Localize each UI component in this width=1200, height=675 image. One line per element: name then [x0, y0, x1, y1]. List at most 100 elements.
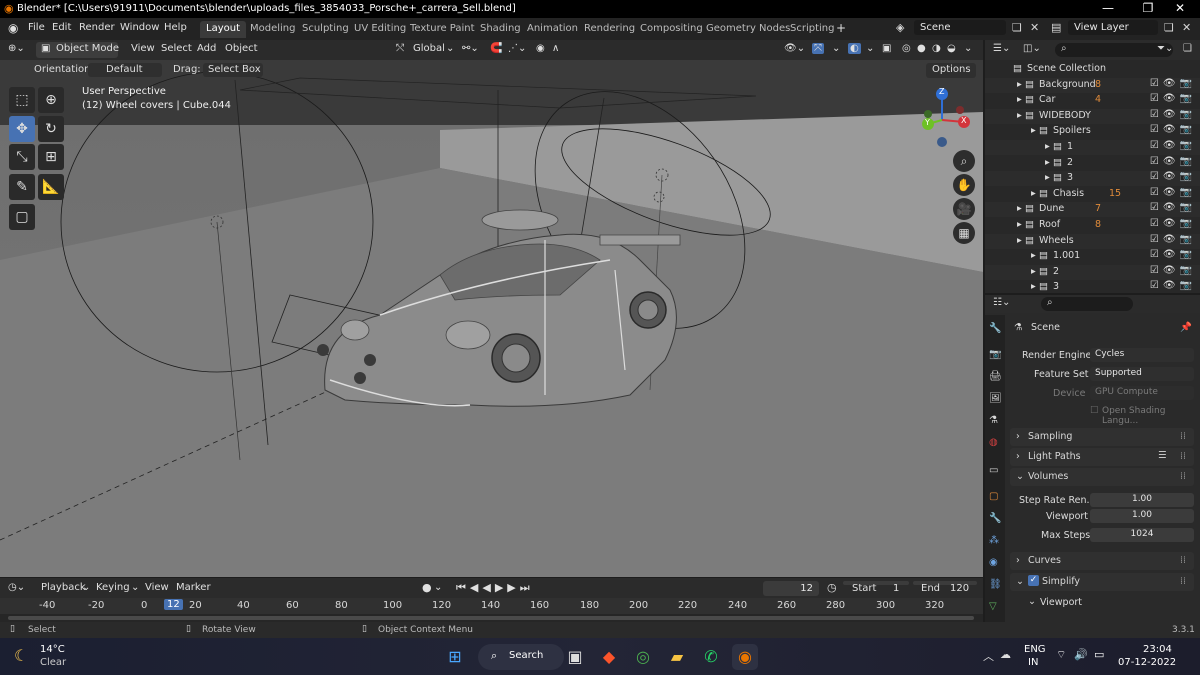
gizmo-dropdown-icon[interactable]: ⌄	[832, 43, 840, 54]
expand-arrow-icon[interactable]: ▸	[1017, 79, 1022, 90]
expand-arrow-icon[interactable]: ▸	[1045, 172, 1050, 183]
tab-rendering[interactable]: Rendering	[578, 21, 641, 38]
chrome-icon[interactable]: ◎	[630, 644, 656, 670]
blender-menu-icon[interactable]: ◉	[8, 21, 18, 35]
outliner-row[interactable]: ▸ ▤ 2 ☑👁📷	[985, 264, 1200, 280]
outliner-row[interactable]: ▸ ▤ Spoilers ☑👁📷	[985, 124, 1200, 139]
modifier-tab-icon[interactable]: 🔧	[989, 513, 1001, 524]
weather-condition[interactable]: Clear	[40, 657, 66, 668]
outliner-row[interactable]: ▸ ▤ WIDEBODY ☑👁📷	[985, 108, 1200, 124]
visibility-toggles-icon[interactable]: ☑👁📷	[1150, 249, 1196, 260]
pivot-icon[interactable]: ⚯⌄	[462, 43, 479, 54]
battery-icon[interactable]: ▭	[1094, 648, 1104, 661]
drag-handle-icon[interactable]: ⁞⁞	[1180, 451, 1186, 462]
menu-render[interactable]: Render	[79, 22, 115, 33]
expand-arrow-icon[interactable]: ▸	[1045, 141, 1050, 152]
viewport-step-field[interactable]: 1.00	[1090, 509, 1194, 523]
visibility-toggles-icon[interactable]: ☑👁📷	[1150, 93, 1196, 104]
scene-field[interactable]: Scene	[914, 20, 1006, 35]
menu-file[interactable]: File	[28, 22, 45, 33]
windows-start-icon[interactable]: ⊞	[442, 644, 468, 670]
expand-arrow-icon[interactable]: ▸	[1031, 125, 1036, 136]
shading-dropdown-icon[interactable]: ⌄	[964, 43, 972, 54]
expand-arrow-icon[interactable]: ▸	[1031, 266, 1036, 277]
outliner-row[interactable]: ▸ ▤ 2 ☑👁📷	[985, 156, 1200, 171]
language-region[interactable]: IN	[1028, 657, 1038, 668]
remove-view-layer-icon[interactable]: ✕	[1182, 21, 1191, 34]
render-tab-icon[interactable]: 📷	[989, 349, 1001, 360]
outliner-row[interactable]: ▸ ▤ 1 ☑👁📷	[985, 140, 1200, 155]
physics-tab-icon[interactable]: ◉	[989, 557, 998, 568]
overlay-dropdown-icon[interactable]: ⌄	[866, 43, 874, 54]
tab-layout[interactable]: Layout	[200, 21, 246, 38]
file-explorer-icon[interactable]: ▰	[664, 644, 690, 670]
volumes-section[interactable]: ⌄ Volumes ⁞⁞	[1010, 468, 1194, 486]
rendered-shading-icon[interactable]: ◒	[947, 43, 956, 54]
outliner-row[interactable]: ▸ ▤ Background 8 ☑👁📷	[985, 77, 1200, 93]
language-code[interactable]: ENG	[1024, 644, 1046, 655]
world-tab-icon[interactable]: ◍	[989, 437, 998, 448]
expand-arrow-icon[interactable]: ▸	[1017, 110, 1022, 121]
visibility-toggles-icon[interactable]: ☑👁📷	[1150, 124, 1196, 135]
clock-time[interactable]: 23:04	[1143, 644, 1172, 655]
expand-arrow-icon[interactable]: ▸	[1017, 235, 1022, 246]
menu-edit[interactable]: Edit	[52, 22, 71, 33]
visibility-toggles-icon[interactable]: ☑👁📷	[1150, 265, 1196, 276]
menu-help[interactable]: Help	[164, 22, 187, 33]
light-paths-section[interactable]: › Light Paths ☰ ⁞⁞	[1010, 448, 1194, 466]
task-view-icon[interactable]: ▣	[562, 644, 588, 670]
camera-view-icon[interactable]: 🎥	[953, 198, 975, 220]
tab-sculpting[interactable]: Sculpting	[296, 21, 355, 38]
annotate-tool[interactable]: ✎	[9, 174, 35, 200]
visibility-toggles-icon[interactable]: ☑👁📷	[1150, 280, 1196, 291]
expand-arrow-icon[interactable]: ▸	[1031, 250, 1036, 261]
measure-tool[interactable]: 📐	[38, 174, 64, 200]
transform-tool[interactable]: ⊞	[38, 144, 64, 170]
tab-shading[interactable]: Shading	[474, 21, 527, 38]
visibility-toggles-icon[interactable]: ☑👁📷	[1150, 156, 1196, 167]
cloud-icon[interactable]: ☁	[1000, 648, 1011, 661]
timeline-editor-icon[interactable]: ◷⌄	[8, 582, 25, 593]
xray-icon[interactable]: ▣	[882, 43, 891, 54]
snap-icon[interactable]: 🧲	[490, 43, 502, 54]
drag-handle-icon[interactable]: ⁞⁞	[1180, 471, 1186, 482]
visibility-toggles-icon[interactable]: ☑👁📷	[1150, 234, 1196, 245]
expand-arrow-icon[interactable]: ▸	[1017, 219, 1022, 230]
properties-editor-icon[interactable]: ☷⌄	[993, 297, 1010, 308]
add-workspace-icon[interactable]: +	[836, 21, 846, 35]
overlay-icon[interactable]: ◐	[848, 43, 861, 54]
rotate-tool[interactable]: ↻	[38, 116, 64, 142]
drag-handle-icon[interactable]: ⁞⁞	[1180, 555, 1186, 566]
gizmo-icon[interactable]: ⤧	[812, 43, 824, 54]
expand-arrow-icon[interactable]: ▸	[1017, 94, 1022, 105]
outliner-row[interactable]: ▸ ▤ 1.001 ☑👁📷	[985, 249, 1200, 264]
outliner-row[interactable]: ▸ ▤ Wheels ☑👁📷	[985, 233, 1200, 249]
expand-arrow-icon[interactable]: ▸	[1031, 188, 1036, 199]
device-dropdown[interactable]: GPU Compute	[1090, 386, 1194, 400]
particles-tab-icon[interactable]: ⁂	[989, 535, 999, 546]
menu-object[interactable]: Object	[225, 43, 258, 54]
drag-handle-icon[interactable]: ⁞⁞	[1180, 431, 1186, 442]
tool-tab-icon[interactable]: 🔧	[989, 323, 1001, 334]
render-engine-dropdown[interactable]: Cycles	[1090, 348, 1194, 362]
curves-section[interactable]: › Curves ⁞⁞	[1010, 552, 1194, 570]
wireframe-shading-icon[interactable]: ◎	[902, 43, 911, 54]
menu-playback[interactable]: Playback	[41, 582, 86, 593]
remove-scene-icon[interactable]: ✕	[1030, 21, 1039, 34]
display-mode-icon[interactable]: ◫⌄	[1023, 43, 1041, 54]
output-tab-icon[interactable]: 🖨	[989, 371, 1002, 382]
menu-select[interactable]: Select	[161, 43, 192, 54]
playhead[interactable]: 12	[164, 599, 183, 610]
menu-view[interactable]: View	[131, 43, 155, 54]
outliner-search-input[interactable]	[1055, 43, 1173, 57]
chevron-up-icon[interactable]: ︿	[983, 648, 994, 664]
outliner-row[interactable]: ▤ Scene Collection	[985, 62, 1200, 77]
pan-hand-icon[interactable]: ✋	[953, 174, 975, 196]
falloff-icon[interactable]: ∧	[552, 43, 559, 54]
properties-search-input[interactable]	[1041, 297, 1133, 311]
clock-icon[interactable]: ◷	[827, 581, 837, 594]
view-layer-tab-icon[interactable]: 🖼	[989, 393, 1002, 404]
step-rate-field[interactable]: 1.00	[1090, 493, 1194, 507]
timeline-ruler[interactable]: -40 -20 0 12 20 40 60 80 100 120 140 160…	[0, 598, 983, 614]
tab-uv-editing[interactable]: UV Editing	[348, 21, 412, 38]
